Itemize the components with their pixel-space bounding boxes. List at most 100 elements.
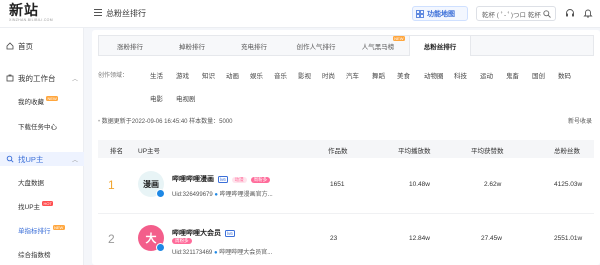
- category-item[interactable]: 美食: [397, 70, 410, 80]
- sidebar-item-label: 我的收藏: [18, 99, 44, 106]
- up-name[interactable]: 哔哩哔哩大会员: [172, 230, 221, 237]
- logo-text: 新站: [9, 2, 39, 18]
- map-icon: [416, 9, 424, 18]
- table-row[interactable]: 2 大 哔哩哔哩大会员 lv6 周粉多 Uid:321173469 ● 哔哩哔哩…: [98, 214, 594, 265]
- sidebar-item-composite-index[interactable]: 综合指数榜: [0, 249, 84, 259]
- uid: Uid:326499679: [172, 192, 213, 198]
- sidebar: 首页 我的工作台 ︿ 我的收藏 NEW 下载任务中心 找UP主 ︿ 大盘数据 找…: [0, 28, 84, 265]
- chevron-up-icon: ︿: [71, 76, 78, 83]
- category-item[interactable]: 电影: [150, 93, 163, 103]
- avg-like: 27.45w: [481, 235, 502, 242]
- category-item[interactable]: 音乐: [274, 70, 287, 80]
- header-up: UP主号: [138, 148, 161, 155]
- category-item[interactable]: 生活: [150, 70, 163, 80]
- official-text: 哔哩哔哩漫画官方...: [219, 192, 273, 198]
- dot-icon: •: [98, 119, 101, 125]
- uid-row: Uid:326499679 ● 哔哩哔哩漫画官方...: [172, 189, 273, 198]
- function-map-label: 功能地图: [427, 10, 455, 18]
- sidebar-item-favorites[interactable]: 我的收藏 NEW: [0, 95, 84, 106]
- main-panel: 涨粉排行 掉粉排行 充电排行 创作人气排行 人气黑马榜 NEW 总粉丝排行 创作领…: [92, 30, 600, 265]
- category-item[interactable]: 汽车: [346, 70, 359, 80]
- tag-row: 周粉多: [172, 237, 192, 244]
- sidebar-item-label: 单指标排行: [18, 228, 51, 235]
- tab-label: 创作人气排行: [296, 43, 336, 51]
- update-info-text: 数据更新于2022-09-06 16:45:40 样本数量：5000: [101, 119, 233, 125]
- avg-play: 12.84w: [409, 235, 430, 242]
- tab-dark-horse[interactable]: 人气黑马榜 NEW: [347, 36, 409, 55]
- sidebar-item-find-up[interactable]: 找UP主 HOT: [0, 200, 84, 211]
- update-info: • 数据更新于2022-09-06 16:45:40 样本数量：5000: [98, 116, 233, 125]
- verified-icon: [156, 189, 165, 198]
- page-title: 总粉丝排行: [106, 9, 146, 18]
- table-header: 排名 UP主号 作品数 平均播放数 平均获赞数 总粉丝数: [98, 140, 594, 158]
- tab-label: 涨粉排行: [117, 43, 143, 51]
- category-item[interactable]: 影视: [298, 70, 311, 80]
- category-item[interactable]: 运动: [480, 70, 493, 80]
- level-badge: lv6: [224, 230, 235, 237]
- category-item[interactable]: 时尚: [322, 70, 335, 80]
- up-name-row: 哔哩哔哩漫画 lv6 动漫 周粉多: [172, 174, 271, 184]
- home-icon: [6, 42, 14, 50]
- sidebar-group-workspace[interactable]: 我的工作台 ︿: [0, 72, 84, 84]
- official-text: 哔哩哔哩大会员官...: [219, 250, 273, 256]
- avg-like: 2.62w: [484, 181, 502, 188]
- workspace-icon: [6, 74, 14, 82]
- tab-label: 总粉丝排行: [423, 44, 457, 51]
- category-item[interactable]: 游戏: [176, 70, 189, 80]
- function-map-button[interactable]: 功能地图: [412, 6, 468, 21]
- category-item[interactable]: 数码: [558, 70, 571, 80]
- tab-total-fans[interactable]: 总粉丝排行: [409, 36, 471, 56]
- category-item[interactable]: 电视剧: [176, 93, 196, 103]
- search-input[interactable]: 乾杯 ( ﾟ- ﾟ)つロ 乾杯: [476, 6, 556, 21]
- tab-label: 掉粉排行: [179, 43, 205, 51]
- category-item[interactable]: 娱乐: [250, 70, 263, 80]
- tag-badge: 周粉多: [172, 238, 192, 244]
- new-sign-link[interactable]: 新号收录: [568, 116, 592, 125]
- tag-badge: 动漫: [231, 177, 247, 183]
- sidebar-item-label: 综合指数榜: [18, 252, 51, 259]
- search-placeholder: 乾杯 ( ﾟ- ﾟ)つロ 乾杯: [482, 11, 541, 19]
- category-item[interactable]: 舞蹈: [372, 70, 385, 80]
- header-total-fans[interactable]: 总粉丝数: [554, 145, 580, 155]
- header-works[interactable]: 作品数: [328, 145, 348, 155]
- top-bar: 新站 XINZHAN.BILIBILI.COM 总粉丝排行 功能地图 乾杯 ( …: [0, 0, 600, 28]
- sidebar-item-single-ranking[interactable]: 单指标排行 NEW: [0, 224, 84, 235]
- official-icon: ●: [213, 250, 218, 256]
- category-item[interactable]: 知识: [202, 70, 215, 80]
- search-icon[interactable]: [543, 10, 551, 18]
- sidebar-find-up-label: 找UP主: [18, 154, 44, 164]
- verified-icon: [156, 243, 165, 252]
- header-avg-play[interactable]: 平均播放数: [398, 145, 431, 155]
- chevron-up-icon: ︿: [71, 157, 78, 164]
- category-item[interactable]: 动画: [226, 70, 239, 80]
- total-fans: 4125.03w: [554, 181, 583, 188]
- sidebar-item-label: 大盘数据: [18, 180, 44, 187]
- logo[interactable]: 新站 XINZHAN.BILIBILI.COM: [9, 2, 53, 23]
- category-item[interactable]: 科技: [454, 70, 467, 80]
- tab-label: 充电排行: [241, 43, 267, 51]
- header-avg-like[interactable]: 平均获赞数: [471, 145, 504, 155]
- find-up-icon: [6, 155, 14, 163]
- category-item[interactable]: 动物圈: [424, 70, 444, 80]
- sidebar-item-downloads[interactable]: 下载任务中心: [0, 121, 84, 131]
- tag-badge: 周粉多: [250, 177, 271, 183]
- category-item[interactable]: 国创: [532, 70, 545, 80]
- total-fans: 2551.01w: [554, 235, 583, 242]
- tab-fans-gain[interactable]: 涨粉排行: [99, 36, 161, 55]
- bell-icon[interactable]: [583, 8, 593, 18]
- table-row[interactable]: 1 漫画 哔哩哔哩漫画 lv6 动漫 周粉多 Uid:326499679 ● 哔…: [98, 160, 594, 214]
- sidebar-group-find-up[interactable]: 找UP主 ︿: [0, 152, 84, 166]
- tab-charge[interactable]: 充电排行: [223, 36, 285, 55]
- works: 23: [330, 235, 338, 242]
- category-label: 创作领域：: [98, 73, 129, 79]
- uid: Uid:321173469: [172, 250, 213, 256]
- ranking-tabs: 涨粉排行 掉粉排行 充电排行 创作人气排行 人气黑马榜 NEW 总粉丝排行: [98, 35, 594, 56]
- tab-fans-loss[interactable]: 掉粉排行: [161, 36, 223, 55]
- sidebar-item-market-data[interactable]: 大盘数据: [0, 177, 84, 187]
- up-name[interactable]: 哔哩哔哩漫画: [172, 176, 214, 183]
- category-item[interactable]: 鬼畜: [506, 70, 519, 80]
- headset-icon[interactable]: [565, 8, 575, 18]
- sidebar-item-home[interactable]: 首页: [0, 40, 84, 52]
- tab-creator-popularity[interactable]: 创作人气排行: [285, 36, 347, 55]
- menu-icon[interactable]: [94, 9, 102, 17]
